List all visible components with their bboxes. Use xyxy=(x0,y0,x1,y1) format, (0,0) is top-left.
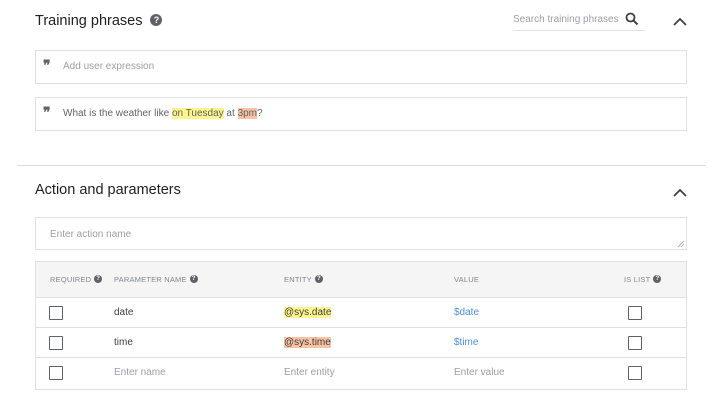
header-is-list: IS LIST? xyxy=(624,275,662,284)
parameters-table-header: REQUIRED? PARAMETER NAME? ENTITY? VALUE … xyxy=(36,262,686,298)
phrase-time-annotation[interactable]: 3pm xyxy=(237,108,258,119)
header-required: REQUIRED? xyxy=(50,275,103,284)
is-list-checkbox[interactable] xyxy=(628,336,642,350)
parameter-name[interactable]: time xyxy=(114,337,133,348)
header-parameter-name-label: PARAMETER NAME xyxy=(114,275,187,284)
collapse-training-chevron-up-icon[interactable] xyxy=(672,16,688,28)
phrase-date-annotation[interactable]: on Tuesday xyxy=(171,108,224,119)
parameter-name[interactable]: date xyxy=(114,307,133,318)
required-help-icon[interactable]: ? xyxy=(94,275,103,284)
help-icon[interactable]: ? xyxy=(150,14,163,27)
action-parameters-title: Action and parameters xyxy=(35,182,181,198)
header-entity: ENTITY? xyxy=(284,275,323,284)
quote-icon: ❞ xyxy=(43,58,50,74)
parameter-name-input[interactable]: Enter name xyxy=(114,367,166,378)
parameter-entity[interactable]: @sys.time xyxy=(284,337,331,348)
add-user-expression-field[interactable]: ❞ Add user expression xyxy=(35,50,687,84)
phrase-middle: at xyxy=(223,108,238,119)
search-icon[interactable] xyxy=(625,12,639,26)
phrase-suffix: ? xyxy=(257,108,263,119)
is-list-help-icon[interactable]: ? xyxy=(653,275,662,284)
parameter-name-help-icon[interactable]: ? xyxy=(189,275,198,284)
training-phrases-title: Training phrases? xyxy=(35,13,163,29)
training-phrase-text[interactable]: What is the weather like on Tuesday at 3… xyxy=(63,108,263,119)
required-checkbox[interactable] xyxy=(49,366,63,380)
parameters-table: REQUIRED? PARAMETER NAME? ENTITY? VALUE … xyxy=(35,261,687,390)
header-parameter-name: PARAMETER NAME? xyxy=(114,275,198,284)
parameter-value-input[interactable]: Enter value xyxy=(454,367,505,378)
header-value: VALUE xyxy=(454,275,480,284)
parameter-entity[interactable]: @sys.date xyxy=(284,307,332,318)
training-phrase-item[interactable]: ❞ What is the weather like on Tuesday at… xyxy=(35,97,687,131)
resize-handle-icon[interactable] xyxy=(678,241,684,247)
search-input[interactable] xyxy=(513,8,621,30)
add-expression-placeholder: Add user expression xyxy=(63,61,155,72)
required-checkbox[interactable] xyxy=(49,306,63,320)
collapse-action-chevron-up-icon[interactable] xyxy=(672,187,688,199)
search-training-phrases[interactable] xyxy=(513,8,645,31)
is-list-checkbox[interactable] xyxy=(628,366,642,380)
new-parameter-row: Enter name Enter entity Enter value xyxy=(36,358,686,388)
parameter-entity-input[interactable]: Enter entity xyxy=(284,367,335,378)
header-entity-label: ENTITY xyxy=(284,275,312,284)
required-checkbox[interactable] xyxy=(49,336,63,350)
action-name-input[interactable]: Enter action name xyxy=(35,217,687,250)
table-row: date @sys.date $date xyxy=(36,298,686,328)
entity-help-icon[interactable]: ? xyxy=(314,275,323,284)
quote-icon: ❞ xyxy=(43,105,50,121)
parameter-value[interactable]: $time xyxy=(454,337,478,348)
training-phrases-label: Training phrases xyxy=(35,13,143,29)
header-required-label: REQUIRED xyxy=(50,275,92,284)
phrase-prefix: What is the weather like xyxy=(63,108,172,119)
is-list-checkbox[interactable] xyxy=(628,306,642,320)
section-divider xyxy=(17,165,706,166)
parameter-value[interactable]: $date xyxy=(454,307,479,318)
table-row: time @sys.time $time xyxy=(36,328,686,358)
header-is-list-label: IS LIST xyxy=(624,275,651,284)
action-name-placeholder: Enter action name xyxy=(50,229,132,240)
